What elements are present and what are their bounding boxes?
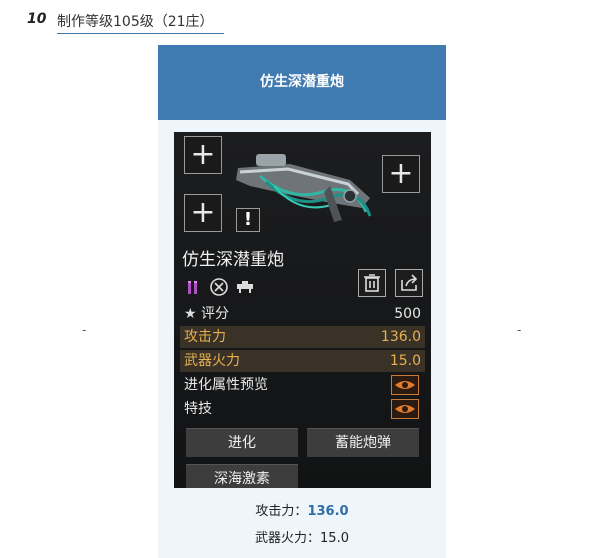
caption-firepower: 武器火力：15.0: [158, 527, 446, 546]
skill-row: 特技: [180, 398, 425, 420]
crosshair-icon: [210, 278, 228, 296]
left-dash: -: [82, 323, 87, 337]
score-value: 500: [394, 306, 421, 322]
skill-eye-icon[interactable]: [391, 399, 419, 419]
abyss-hormone-button[interactable]: 深海激素: [186, 464, 298, 488]
skill-label: 特技: [184, 401, 212, 417]
mod-slot-3-plus-icon[interactable]: +: [382, 155, 420, 193]
share-icon: [401, 274, 418, 291]
caption-firepower-value: 15.0: [320, 531, 349, 546]
section-title: 制作等级105级（21庄）: [57, 14, 214, 30]
scope-icon: [237, 281, 253, 293]
trash-button[interactable]: [358, 269, 386, 297]
caption-attack-label: 攻击力：: [255, 504, 308, 519]
stat-row-score: ★ 评分 500: [180, 303, 425, 325]
ammo-icon: [188, 281, 197, 294]
mod-slot-2-plus-icon[interactable]: +: [184, 194, 222, 232]
weapon-card: + + + ! 仿生深潜重炮 ★ 评分 500 攻击力 136.0 武器火力 1…: [174, 132, 431, 488]
caption-firepower-label: 武器火力：: [255, 531, 321, 546]
section-number: 10: [27, 11, 47, 27]
weapon-panel: 仿生深潜重炮 + + + ! 仿生深潜重炮 ★ 评分 500 攻击力 136.0…: [158, 45, 446, 558]
score-icon: ★: [184, 306, 197, 322]
attack-label: 攻击力: [184, 329, 226, 345]
weapon-name: 仿生深潜重炮: [182, 250, 284, 270]
caption-attack-value: 136.0: [307, 504, 349, 519]
mod-slot-1-plus-icon[interactable]: +: [184, 136, 222, 174]
trash-icon: [364, 274, 380, 292]
right-dash: -: [517, 323, 522, 337]
evolution-preview-eye-icon[interactable]: [391, 375, 419, 395]
evolution-preview-label: 进化属性预览: [184, 377, 268, 393]
share-button[interactable]: [395, 269, 423, 297]
stat-row-attack: 攻击力 136.0: [180, 326, 425, 348]
score-label: ★ 评分: [184, 303, 229, 325]
weapon-image: [236, 154, 372, 222]
firepower-label: 武器火力: [184, 353, 240, 369]
charge-shell-button[interactable]: 蓄能炮弹: [307, 428, 419, 457]
stat-row-firepower: 武器火力 15.0: [180, 350, 425, 372]
panel-title: 仿生深潜重炮: [158, 45, 446, 120]
firepower-value: 15.0: [389, 353, 421, 369]
caption-attack: 攻击力：136.0: [158, 500, 446, 519]
score-label-text: 评分: [201, 306, 230, 322]
attack-value: 136.0: [380, 329, 421, 345]
evolve-button[interactable]: 进化: [186, 428, 298, 457]
heading-underline: [57, 33, 224, 34]
evolution-preview-row: 进化属性预览: [180, 374, 425, 396]
